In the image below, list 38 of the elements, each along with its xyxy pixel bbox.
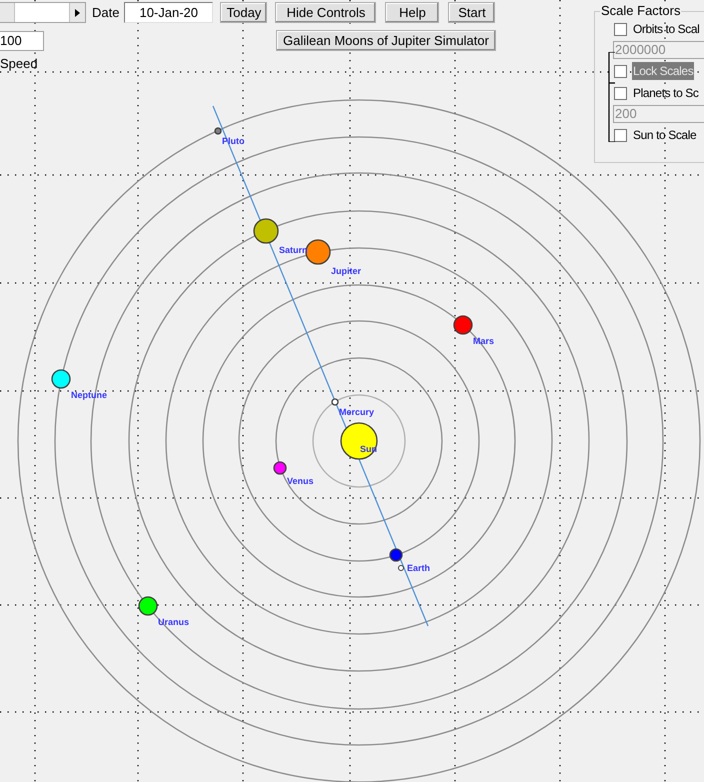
scroll-field[interactable] [14,3,70,22]
planet-label: Earth [407,563,430,573]
checkbox[interactable] [614,64,627,78]
moon-dot [398,565,404,571]
checkbox-label: Lock Scales [632,62,694,80]
checkbox-label: Orbits to Scal [632,21,700,38]
planet-label: Mars [473,336,494,346]
toolbar-button[interactable]: Help [385,2,440,23]
panel-title: Scale Factors [600,3,682,19]
toolbar-button[interactable]: Start [448,2,496,23]
planet-label: Neptune [71,390,107,400]
planet-dot[interactable] [331,398,339,406]
speed-label: Speed [0,56,39,72]
date-input-field[interactable]: 10-Jan-20 [124,2,214,23]
checkbox[interactable] [614,128,627,142]
planet-dot[interactable] [253,218,279,244]
planet-label: Venus [287,476,314,486]
planet-dot[interactable] [51,369,71,389]
simulator-button[interactable]: Galilean Moons of Jupiter Simulator [276,30,496,51]
toolbar-button[interactable]: Today [220,2,268,23]
checkbox-label: Sun to Scale [632,127,698,144]
planet-dot[interactable] [214,127,222,135]
planet-dot[interactable] [138,596,158,616]
checkbox[interactable] [614,86,627,100]
checkbox[interactable] [614,22,627,36]
checkbox-label: Planets to Sc [632,85,700,102]
planet-label: Mercury [339,407,374,417]
date-label: Date [92,4,120,22]
toolbar-button[interactable]: Hide Controls [275,2,376,23]
scroll-bar[interactable] [0,2,86,23]
right-arrow-icon [75,8,80,16]
planet-dot[interactable] [273,461,287,475]
planet-label: Jupiter [331,266,362,276]
planet-label: Uranus [158,617,190,627]
planet-dot[interactable] [389,548,403,562]
speed-input-field[interactable]: 100 [0,30,44,50]
planet-dot[interactable] [453,315,473,335]
planet-dot[interactable] [305,239,331,265]
